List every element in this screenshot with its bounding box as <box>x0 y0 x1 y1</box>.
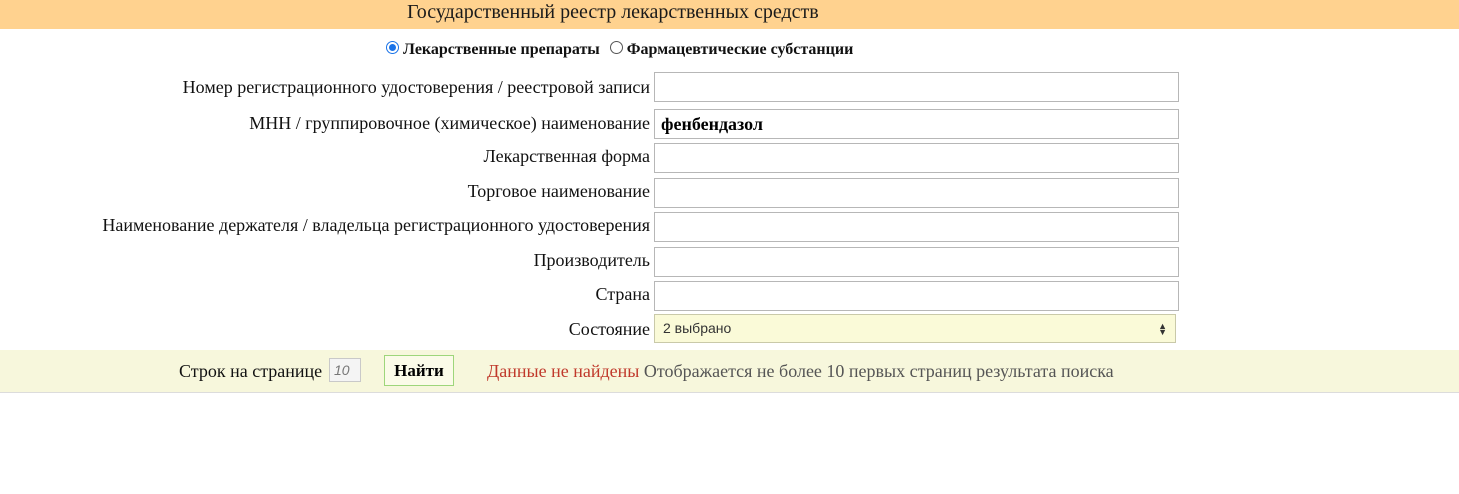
reg-number-label: Номер регистрационного удостоверения / р… <box>182 77 650 97</box>
country-label: Страна <box>595 284 650 304</box>
dosage-form-input[interactable] <box>654 143 1179 173</box>
dosage-form-label: Лекарственная форма <box>483 146 650 166</box>
radio-drugs-label[interactable]: Лекарственные препараты <box>403 41 600 59</box>
page-header: Государственный реестр лекарственных сре… <box>0 0 1459 29</box>
trade-name-label: Торговое наименование <box>467 181 650 201</box>
rows-per-page-input[interactable]: 10 <box>329 358 361 382</box>
radio-substances-label[interactable]: Фармацевтические субстанции <box>627 41 854 59</box>
trade-name-input[interactable] <box>654 178 1179 208</box>
status-note: Отображается не более 10 первых страниц … <box>643 361 1114 381</box>
search-toolbar: Строк на странице 10 Найти Данные не най… <box>0 350 1459 393</box>
page-title: Государственный реестр лекарственных сре… <box>407 1 819 23</box>
find-button[interactable]: Найти <box>384 355 454 386</box>
country-input[interactable] <box>654 281 1179 311</box>
holder-label: Наименование держателя / владельца регис… <box>102 215 650 235</box>
state-label: Состояние <box>568 319 650 339</box>
manufacturer-input[interactable] <box>654 247 1179 277</box>
inn-label: МНН / группировочное (химическое) наимен… <box>249 113 650 133</box>
rows-per-page-label: Строк на странице <box>179 361 323 381</box>
holder-input[interactable] <box>654 212 1179 242</box>
manufacturer-label: Производитель <box>533 250 650 270</box>
search-status: Данные не найдены Отображается не более … <box>487 360 1114 382</box>
inn-input[interactable]: фенбендазол <box>654 109 1179 139</box>
select-arrows-icon: ▲ ▼ <box>1158 320 1167 337</box>
status-not-found: Данные не найдены <box>487 361 640 381</box>
state-select-value: 2 выбрано <box>663 320 732 336</box>
state-select[interactable]: 2 выбрано ▲ ▼ <box>654 314 1176 343</box>
reg-number-input[interactable] <box>654 72 1179 102</box>
registry-type-switch: Лекарственные препараты Фармацевтические… <box>386 38 863 62</box>
radio-drugs[interactable] <box>386 40 399 54</box>
radio-substances[interactable] <box>609 40 623 54</box>
